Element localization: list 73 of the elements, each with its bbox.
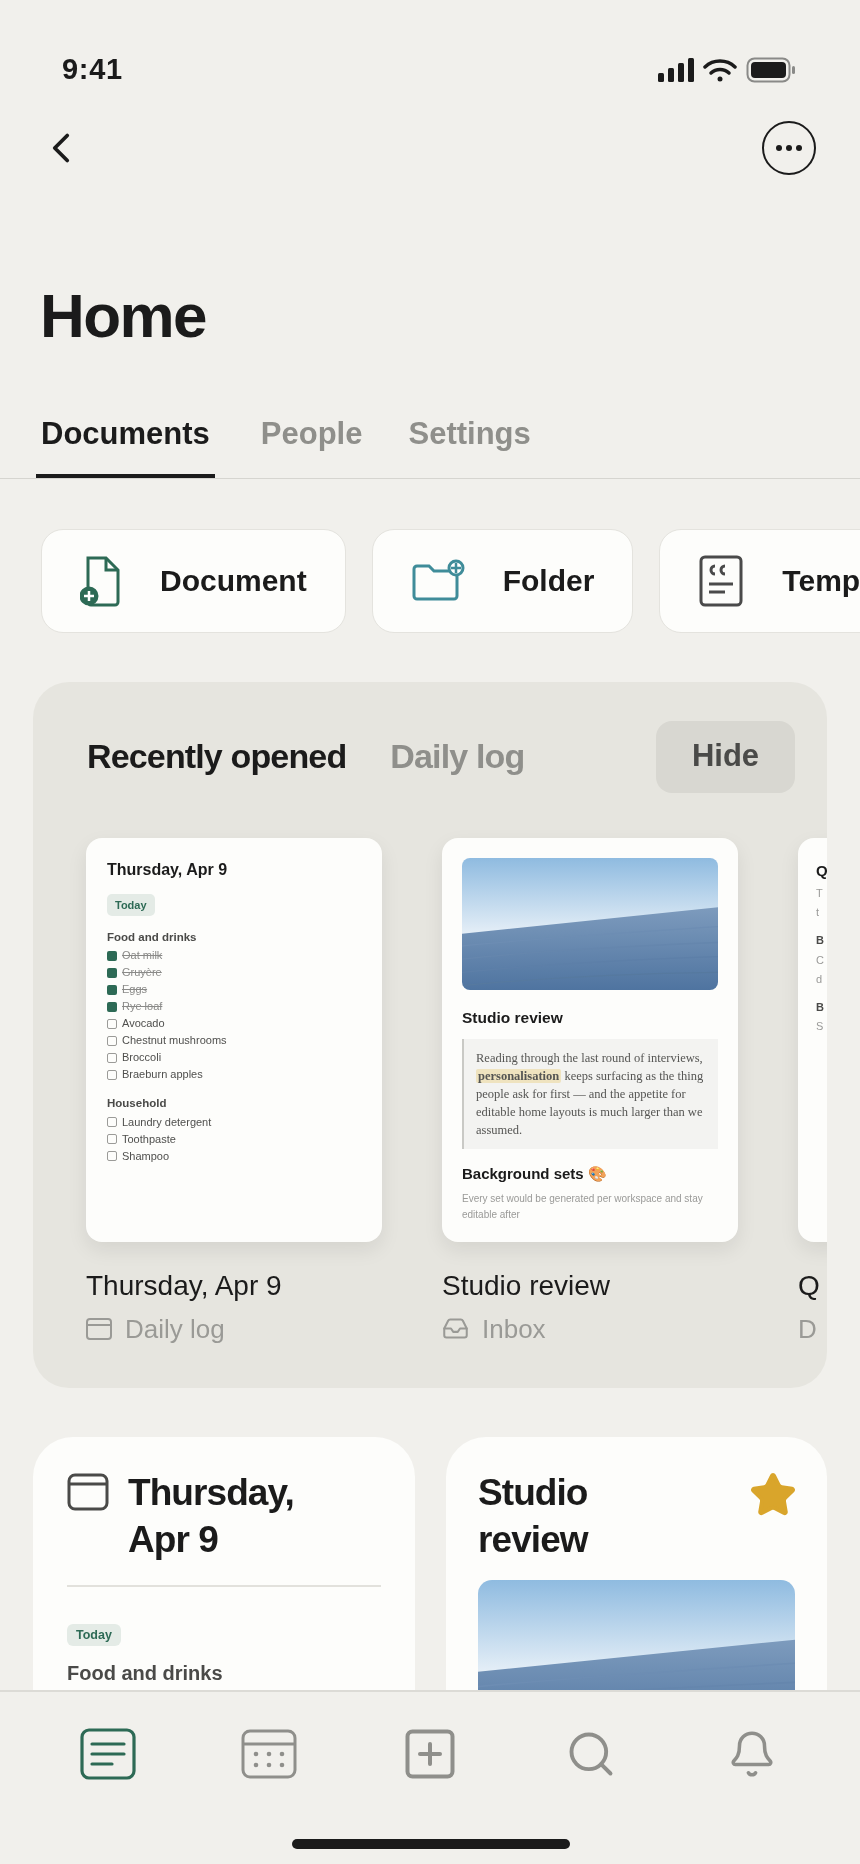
checkbox[interactable] [107,1134,117,1144]
tab[interactable]: Documents [36,411,215,478]
document-preview-card[interactable] [442,837,738,1242]
quick-action-button[interactable]: Folder [371,528,634,633]
checklist-item: Gruyère [122,965,162,981]
preview-title: Q [816,860,827,881]
document-name: Studio review [442,1269,612,1302]
preview-caption: Every set would be generated per workspace and stay editable after [462,1192,704,1223]
quick-action-button[interactable]: Document [41,528,346,633]
checkbox[interactable] [107,1001,117,1012]
preview-heading: B [816,933,824,948]
status-time: 9:41 [62,52,123,88]
window-icon [67,1472,109,1511]
preview-text: C [816,952,824,968]
checkbox[interactable] [107,1117,117,1127]
wifi-icon [703,57,737,83]
folder-add-icon [410,558,465,603]
today-tag: Today [107,893,155,916]
checkbox[interactable] [107,1018,117,1029]
quote: Reading through the last round of interviews, personalisation keeps surfacing as the thing people ask for first — and the appetite for editable home layouts is much larger than we assumed. [462,1038,718,1149]
pinned-title: Thursday, Apr 9 [128,1470,295,1562]
preview-subheading: Background sets 🎨 [462,1163,608,1184]
checkbox[interactable] [107,1151,117,1161]
checklist-item: Broccoli [122,1050,162,1066]
signal-icon [658,58,694,82]
checkbox[interactable] [107,1069,117,1080]
pinned-card[interactable]: Studio review [446,1436,827,1690]
document-location: Inbox [482,1313,546,1344]
preview-text: t [816,905,820,920]
checklist-item: Toothpaste [122,1131,176,1147]
more-button[interactable] [762,121,816,175]
preview-title: Studio review [462,1007,564,1028]
section-heading: Household [107,1096,168,1112]
pinned-title: Studio review [478,1470,590,1562]
hide-button[interactable]: Hide [656,720,795,793]
checkbox[interactable] [107,967,117,978]
preview-heading: B [816,999,824,1015]
battery-icon [746,57,796,83]
checklist-item: Eggs [122,982,148,998]
checklist-item: Rye loaf [122,999,163,1015]
checkbox[interactable] [107,950,117,961]
checklist-item: Laundry detergent [122,1114,212,1130]
document-location: Daily log [125,1313,225,1344]
checkbox[interactable] [107,1035,117,1046]
checkbox[interactable] [107,984,117,995]
checklist-item: Shampoo [122,1148,170,1164]
document-name: Q [798,1269,821,1302]
section-heading: Food and drinks [67,1661,224,1687]
template-icon [698,553,745,608]
calendar-icon[interactable] [241,1729,298,1779]
document-preview-card[interactable]: Q T t B C d B S [798,837,827,1242]
today-tag: Today [67,1623,121,1647]
checklist-item: Oat milk [122,948,163,964]
document-location: D [798,1313,817,1344]
section-tab[interactable]: Recently opened [87,731,347,782]
quick-action-button[interactable]: Temp [659,528,860,633]
section-heading: Food and drinks [107,930,198,945]
inbox-icon [442,1315,469,1342]
preview-text: d [816,971,823,987]
checklist-item: Avocado [122,1016,165,1032]
checklist-item: Chestnut mushrooms [122,1033,227,1049]
preview-title: Thursday, Apr 9 [107,859,229,880]
page-title: Home [40,285,208,347]
documents-tab-icon[interactable] [80,1728,137,1780]
window-icon [86,1317,112,1340]
document-preview-card[interactable]: Thursday, Apr 9 Today Food and drinks Oat milk Gruyère Eggs Rye loaf Avocado Chestnut mushrooms Broccoli Braeburn apples Household Laundry detergent Toothpaste Shampoo [86,837,382,1242]
preview-text: S [816,1019,824,1034]
checklist-item: Braeburn apples [122,1067,203,1083]
pinned-card[interactable]: Thursday, Apr 9 Today Food and drinks [33,1436,415,1690]
document-name: Thursday, Apr 9 [86,1269,283,1302]
preview-text: T [816,886,823,901]
checkbox[interactable] [107,1052,117,1063]
more-icon [776,145,802,151]
